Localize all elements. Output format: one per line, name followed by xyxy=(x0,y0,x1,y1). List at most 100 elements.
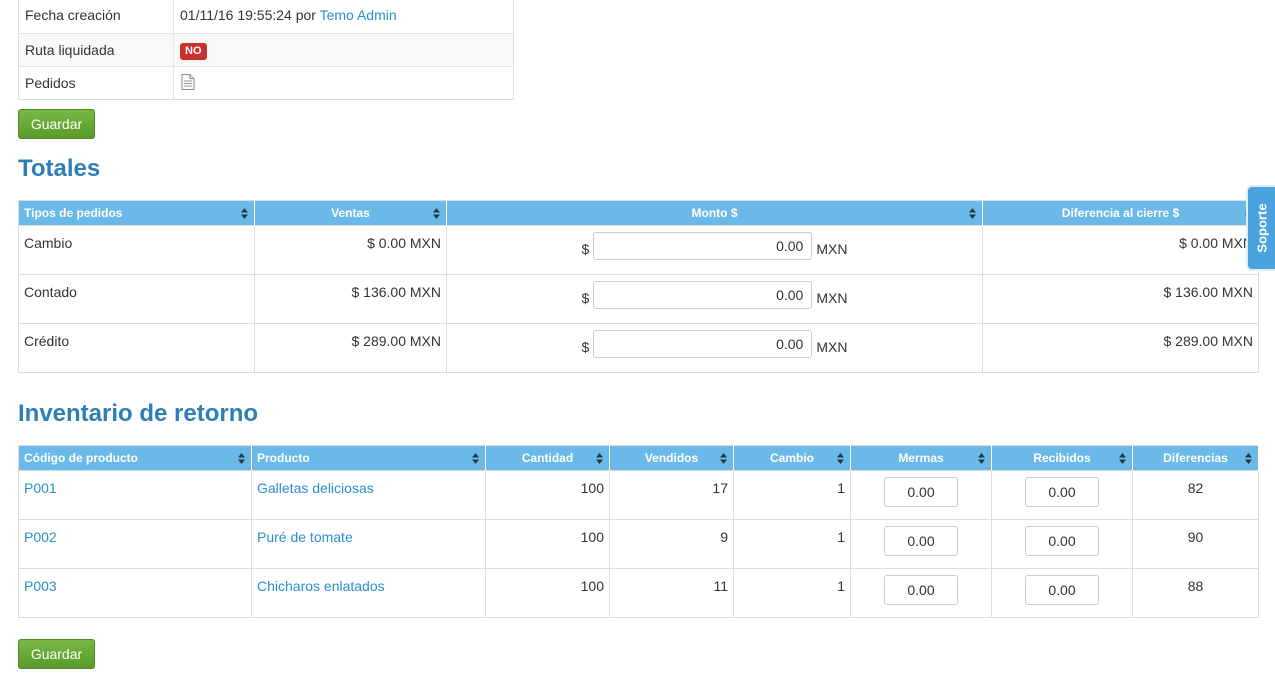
column-header-diferencias[interactable]: Diferencias xyxy=(1132,445,1259,471)
totales-table: Tipos de pedidos Ventas Monto $ Diferenc… xyxy=(18,200,1259,373)
sort-icon[interactable] xyxy=(433,208,440,219)
table-row: Cambio $ 0.00 MXN $ MXN $ 0.00 MXN xyxy=(18,225,1259,275)
diferencias-cell: 90 xyxy=(1132,519,1259,569)
info-value: 01/11/16 19:55:24 por Temo Admin xyxy=(174,0,514,34)
por-text: por xyxy=(295,7,316,23)
totales-header-row: Tipos de pedidos Ventas Monto $ Diferenc… xyxy=(18,200,1259,226)
sort-icon[interactable] xyxy=(1119,453,1126,464)
info-row-ruta: Ruta liquidada NO xyxy=(18,33,514,67)
monto-input[interactable] xyxy=(593,330,813,358)
info-row-fecha: Fecha creación 01/11/16 19:55:24 por Tem… xyxy=(18,0,514,34)
column-header-ventas[interactable]: Ventas xyxy=(254,200,447,226)
table-row: Crédito $ 289.00 MXN $ MXN $ 289.00 MXN xyxy=(18,323,1259,373)
diferencias-cell: 88 xyxy=(1132,568,1259,618)
monto-input[interactable] xyxy=(593,281,813,309)
tipo-cell: Crédito xyxy=(18,323,255,373)
column-header-producto[interactable]: Producto xyxy=(251,445,486,471)
sort-icon[interactable] xyxy=(837,453,844,464)
soporte-tab[interactable]: Soporte xyxy=(1246,185,1275,271)
monto-input[interactable] xyxy=(593,232,813,260)
cantidad-cell: 100 xyxy=(485,470,610,520)
sort-icon[interactable] xyxy=(978,453,985,464)
sort-icon[interactable] xyxy=(238,453,245,464)
currency-suffix: MXN xyxy=(816,290,848,306)
info-row-pedidos: Pedidos xyxy=(18,66,514,100)
totales-title: Totales xyxy=(18,155,101,182)
cambio-cell: 1 xyxy=(733,568,851,618)
producto-cell: Chicharos enlatados xyxy=(251,568,486,618)
sort-icon[interactable] xyxy=(596,453,603,464)
tipo-cell: Cambio xyxy=(18,225,255,275)
currency-prefix: $ xyxy=(581,339,590,355)
column-header-diferencia[interactable]: Diferencia al cierre $ xyxy=(982,200,1259,226)
currency-prefix: $ xyxy=(581,290,590,306)
table-row: P002 Puré de tomate 100 9 1 90 xyxy=(18,519,1259,569)
cambio-cell: 1 xyxy=(733,470,851,520)
vendidos-cell: 17 xyxy=(609,470,734,520)
mermas-input[interactable] xyxy=(884,477,958,507)
currency-suffix: MXN xyxy=(816,339,848,355)
diferencia-cell: $ 136.00 MXN xyxy=(982,274,1259,324)
info-value xyxy=(173,66,514,100)
product-name-link[interactable]: Galletas deliciosas xyxy=(257,480,374,496)
column-header-monto[interactable]: Monto $ xyxy=(446,200,983,226)
codigo-cell: P003 xyxy=(18,568,252,618)
monto-cell: $ MXN xyxy=(446,323,983,373)
user-link[interactable]: Temo Admin xyxy=(320,7,397,23)
codigo-cell: P001 xyxy=(18,470,252,520)
vendidos-cell: 9 xyxy=(609,519,734,569)
column-header-mermas[interactable]: Mermas xyxy=(850,445,992,471)
column-header-cambio[interactable]: Cambio xyxy=(733,445,851,471)
column-header-cantidad[interactable]: Cantidad xyxy=(485,445,610,471)
cantidad-cell: 100 xyxy=(485,519,610,569)
cambio-cell: 1 xyxy=(733,519,851,569)
sort-icon[interactable] xyxy=(472,453,479,464)
recibidos-input[interactable] xyxy=(1025,526,1099,556)
monto-cell: $ MXN xyxy=(446,274,983,324)
recibidos-input[interactable] xyxy=(1025,575,1099,605)
info-label: Pedidos xyxy=(18,66,174,100)
tipo-cell: Contado xyxy=(18,274,255,324)
mermas-input[interactable] xyxy=(884,526,958,556)
currency-suffix: MXN xyxy=(816,241,848,257)
ventas-cell: $ 289.00 MXN xyxy=(254,323,447,373)
table-row: P003 Chicharos enlatados 100 11 1 88 xyxy=(18,568,1259,618)
mermas-input[interactable] xyxy=(884,575,958,605)
currency-prefix: $ xyxy=(581,241,590,257)
save-button-bottom[interactable]: Guardar xyxy=(18,639,95,669)
sort-icon[interactable] xyxy=(969,208,976,219)
monto-cell: $ MXN xyxy=(446,225,983,275)
producto-cell: Galletas deliciosas xyxy=(251,470,486,520)
inventario-title: Inventario de retorno xyxy=(18,400,259,427)
diferencia-cell: $ 0.00 MXN xyxy=(982,225,1259,275)
column-header-codigo[interactable]: Código de producto xyxy=(18,445,252,471)
ventas-cell: $ 0.00 MXN xyxy=(254,225,447,275)
inventario-header-row: Código de producto Producto Cantidad Ven… xyxy=(18,445,1259,471)
info-value: NO xyxy=(173,33,514,67)
ventas-cell: $ 136.00 MXN xyxy=(254,274,447,324)
product-name-link[interactable]: Puré de tomate xyxy=(257,529,353,545)
info-label: Ruta liquidada xyxy=(18,33,174,67)
column-header-vendidos[interactable]: Vendidos xyxy=(609,445,734,471)
product-code-link[interactable]: P003 xyxy=(24,578,57,594)
table-row: P001 Galletas deliciosas 100 17 1 82 xyxy=(18,470,1259,520)
product-code-link[interactable]: P002 xyxy=(24,529,57,545)
route-info-table: Fecha creación 01/11/16 19:55:24 por Tem… xyxy=(18,0,514,100)
diferencia-cell: $ 289.00 MXN xyxy=(982,323,1259,373)
save-button-top[interactable]: Guardar xyxy=(18,109,95,139)
document-icon[interactable] xyxy=(181,73,195,93)
creation-date: 01/11/16 19:55:24 xyxy=(180,7,292,23)
recibidos-cell xyxy=(991,519,1133,569)
inventario-table: Código de producto Producto Cantidad Ven… xyxy=(18,445,1259,618)
sort-icon[interactable] xyxy=(241,208,248,219)
product-name-link[interactable]: Chicharos enlatados xyxy=(257,578,385,594)
sort-icon[interactable] xyxy=(720,453,727,464)
product-code-link[interactable]: P001 xyxy=(24,480,57,496)
codigo-cell: P002 xyxy=(18,519,252,569)
producto-cell: Puré de tomate xyxy=(251,519,486,569)
recibidos-input[interactable] xyxy=(1025,477,1099,507)
column-header-tipos[interactable]: Tipos de pedidos xyxy=(18,200,255,226)
soporte-label: Soporte xyxy=(1254,203,1269,253)
sort-icon[interactable] xyxy=(1245,453,1252,464)
column-header-recibidos[interactable]: Recibidos xyxy=(991,445,1133,471)
